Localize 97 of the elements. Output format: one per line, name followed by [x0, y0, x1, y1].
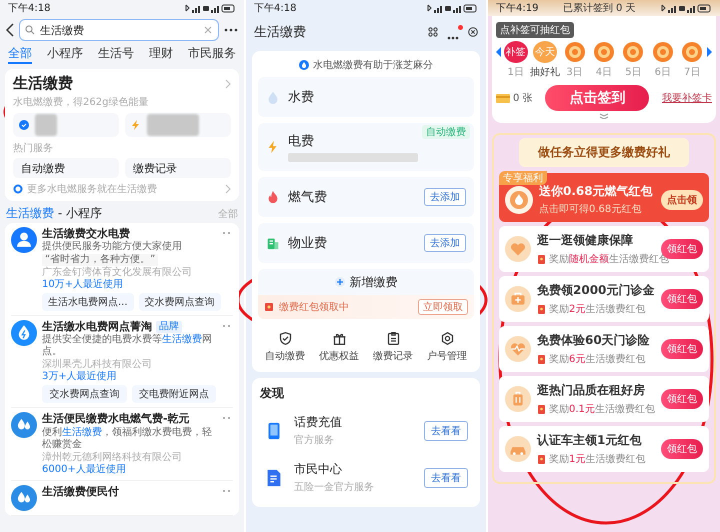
company-name: 深圳果壳儿科技有限公司 — [42, 359, 152, 370]
person-icon — [11, 227, 37, 253]
day-label: 3日 — [566, 66, 583, 79]
view-button[interactable]: 去看看 — [424, 468, 468, 488]
day-label: 6日 — [654, 66, 671, 79]
bill-item[interactable]: 燃气费 去添加 — [258, 177, 474, 217]
program-name[interactable]: 生活缴水电费网点菁淘 — [42, 320, 152, 334]
bill-item[interactable]: 水费 — [258, 77, 474, 117]
task-title: 做任务立得更多缴费好礼 — [519, 138, 689, 167]
coin-icon — [652, 41, 674, 63]
user-count: 3万+人最近使用 — [42, 371, 117, 384]
status-icons — [184, 4, 236, 12]
water-drop-icon — [299, 60, 309, 70]
day-label: 1日 — [508, 66, 524, 79]
service-subtitle: 官方服务 — [294, 434, 335, 447]
tab[interactable]: 市民服务 — [188, 44, 236, 64]
makeup-card-link[interactable]: 我要补签卡 — [662, 91, 712, 105]
quote-tag: “省时省力，各种方便。” — [42, 254, 158, 266]
search-field[interactable]: 生活缴费 — [19, 19, 219, 41]
tab[interactable]: 小程序 — [47, 44, 83, 64]
view-button[interactable]: 去看看 — [424, 420, 468, 440]
notice-text: 水电燃缴费有助于涨芝麻分 — [313, 58, 433, 72]
bill-name: 燃气费 — [288, 189, 328, 206]
tab[interactable]: 理财 — [149, 44, 173, 64]
coin-icon — [622, 41, 644, 63]
bill-item[interactable]: 物业费 去添加 — [258, 223, 474, 263]
tooltip: 点补签可抽红包 — [496, 22, 574, 38]
chevron-right-icon — [225, 78, 231, 88]
status-icons — [426, 4, 478, 12]
add-button[interactable]: 去添加 — [424, 188, 466, 206]
add-button[interactable]: 去添加 — [424, 234, 466, 252]
bill-name: 电费 — [288, 133, 315, 150]
task-name: 送你0.68元燃气红包 — [539, 183, 654, 200]
shortcut-button[interactable]: 交水费网点查询 — [138, 293, 221, 312]
grid-icon[interactable] — [428, 27, 438, 37]
ring-icon — [13, 184, 23, 194]
coin-icon — [592, 41, 615, 63]
clear-icon[interactable] — [203, 25, 213, 35]
service-button[interactable]: 自动缴费 — [13, 158, 119, 178]
streak-text: 已累计签到 0 天 — [562, 2, 636, 15]
coin-icon — [564, 41, 586, 63]
program-name[interactable]: 生活缴费便民付 — [42, 484, 119, 498]
service-subtitle: 五险一金官方服务 — [294, 480, 375, 494]
building-icon — [266, 236, 280, 250]
exclusive-badge: 专享福利 — [499, 171, 547, 185]
bolt-drop-icon — [11, 320, 37, 346]
section-label: 热门服务 — [13, 142, 54, 155]
back-icon[interactable] — [6, 23, 14, 37]
day-label: 7日 — [684, 66, 700, 79]
program-description: 便利生活缴费，领福利缴水费电费，轻松赚赏金 — [42, 426, 213, 451]
program-description: 提供安全便捷的电费水费等生活缴费网点。 — [42, 334, 213, 358]
auto-pay-badge: 自动缴费 — [422, 125, 470, 139]
coin-icon — [681, 41, 704, 63]
bill-name: 物业费 — [288, 235, 328, 252]
expand-icon[interactable] — [599, 113, 609, 119]
status-time: 下午4:19 — [496, 2, 538, 15]
tab[interactable]: 全部 — [8, 44, 32, 64]
day-label: 4日 — [596, 66, 612, 79]
brand-badge: 品牌 — [156, 320, 182, 333]
water-drops-icon — [11, 484, 37, 511]
user-count: 10万+人最近使用 — [42, 279, 124, 292]
day-label: 抽好礼 — [530, 66, 560, 79]
shortcut-button[interactable]: 交水费网点查询 — [42, 385, 126, 404]
more-icon[interactable] — [224, 28, 238, 32]
makeup-badge[interactable]: 补签 — [504, 41, 528, 63]
program-name[interactable]: 生活缴费交水电费 — [42, 227, 130, 240]
program-name[interactable]: 生活便民缴费水电燃气费-乾元 — [42, 412, 190, 426]
bill-item[interactable]: 电费 自动缴费 — [258, 123, 474, 171]
water-drops-icon — [11, 412, 37, 438]
checkin-button[interactable]: 点击签到 — [545, 85, 650, 111]
company-name: 漳州乾元德利网络科技有限公司 — [42, 452, 182, 464]
shortcut-button[interactable]: 生活水电费网点... — [42, 293, 134, 312]
water-drop-icon — [266, 90, 280, 104]
bill-name: 水费 — [288, 89, 315, 106]
status-icons — [660, 4, 712, 12]
shortcut-button[interactable]: 交电费附近网点 — [132, 385, 216, 404]
right-arrow-icon[interactable] — [706, 47, 712, 57]
company-name: 广东金钉湾体育文化发展有限公司 — [42, 267, 192, 278]
card-icon — [496, 94, 510, 102]
flame-icon — [266, 190, 280, 204]
left-arrow-icon[interactable] — [496, 47, 501, 57]
status-time: 下午4:18 — [8, 2, 50, 15]
service-name[interactable]: 话费充值 — [294, 414, 414, 431]
close-icon[interactable] — [468, 27, 478, 37]
section-title: 发现 — [258, 385, 285, 402]
user-count: 6000+人最近使用 — [42, 464, 126, 476]
section-title: 生活缴费 - 小程序 — [6, 205, 102, 222]
tab[interactable]: 生活号 — [98, 44, 134, 64]
card-count: 0 张 — [513, 92, 533, 105]
search-icon — [25, 25, 35, 35]
chevron-right-icon — [225, 184, 231, 194]
status-time: 下午4:18 — [254, 2, 296, 15]
page-title: 生活缴费 — [254, 24, 306, 41]
service-button[interactable]: 缴费记录 — [125, 158, 231, 178]
service-name[interactable]: 市民中心 — [294, 461, 414, 478]
day-label: 5日 — [625, 66, 642, 79]
program-description: 提供便民服务功能方便大家使用 — [42, 241, 183, 254]
